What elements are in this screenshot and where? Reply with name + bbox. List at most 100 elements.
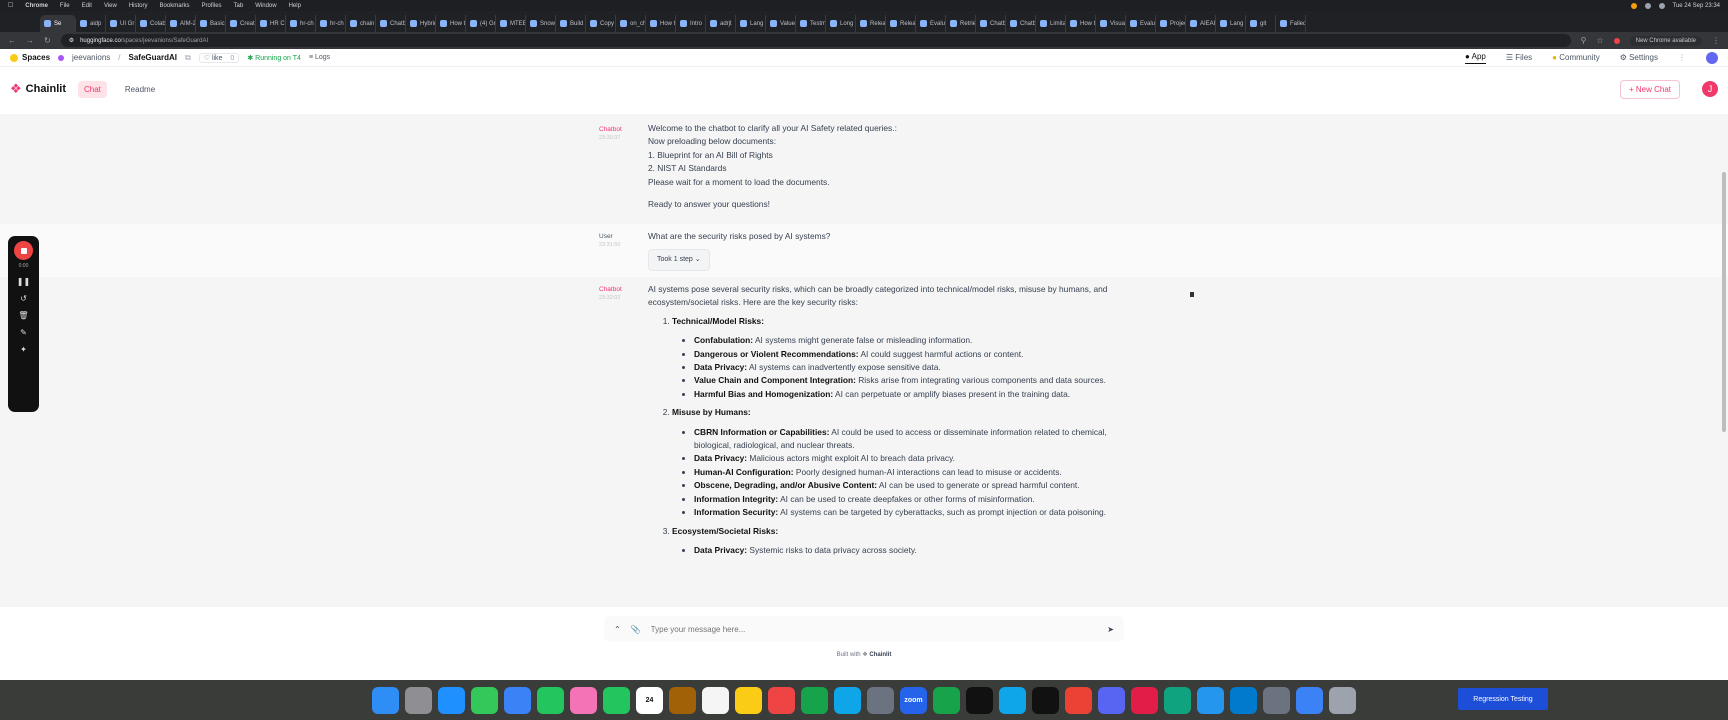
notes-icon[interactable] — [735, 686, 762, 714]
effects-icon[interactable]: ✦ — [20, 345, 27, 354]
browser-tab[interactable]: MTEB — [496, 15, 526, 32]
launchpad-icon[interactable] — [405, 686, 432, 714]
browser-tab[interactable]: git — [1246, 15, 1276, 32]
user-avatar[interactable]: J — [1702, 81, 1718, 97]
browser-tab[interactable]: Testm — [796, 15, 826, 32]
trash-icon[interactable] — [1329, 686, 1356, 714]
running-status-badge[interactable]: ✱ Running on T4 — [247, 54, 301, 62]
menu-history[interactable]: History — [129, 3, 148, 9]
terminal-icon[interactable] — [1032, 686, 1059, 714]
browser-tab[interactable]: Evalu — [916, 15, 946, 32]
browser-tab[interactable]: Failed — [1276, 15, 1306, 32]
contacts-icon[interactable] — [669, 686, 696, 714]
browser-tab[interactable]: Creat — [226, 15, 256, 32]
status-icon[interactable] — [1630, 2, 1637, 9]
menu-tab[interactable]: Tab — [234, 3, 244, 9]
browser-tab[interactable]: AIEAI — [1186, 15, 1216, 32]
browser-tab[interactable]: Relea — [856, 15, 886, 32]
browser-tab[interactable]: Build — [556, 15, 586, 32]
browser-tab[interactable]: adrjt — [706, 15, 736, 32]
browser-tab[interactable]: Basic — [196, 15, 226, 32]
trash-icon[interactable]: 🗑 — [18, 311, 28, 320]
news-icon[interactable] — [768, 686, 795, 714]
chatgpt-icon[interactable] — [1164, 686, 1191, 714]
like-button[interactable]: ♡ like 0 — [198, 52, 240, 63]
browser-tab[interactable]: Copy — [586, 15, 616, 32]
browser-tab[interactable]: chain — [346, 15, 376, 32]
menu-help[interactable]: Help — [289, 3, 301, 9]
discord-icon[interactable] — [1098, 686, 1125, 714]
browser-tab[interactable]: aidp — [76, 15, 106, 32]
slack-icon[interactable] — [1131, 686, 1158, 714]
menu-view[interactable]: View — [104, 3, 117, 9]
attach-icon[interactable]: 📎 — [631, 625, 641, 634]
chrome-update-button[interactable]: New Chrome available — [1629, 35, 1702, 46]
nav-files[interactable]: ☰ Files — [1506, 53, 1532, 62]
menu-edit[interactable]: Edit — [82, 3, 92, 9]
stop-recording-button[interactable] — [14, 241, 33, 260]
nav-app[interactable]: ● App — [1465, 52, 1486, 64]
photos-icon[interactable] — [570, 686, 597, 714]
reload-icon[interactable]: ↻ — [44, 36, 51, 45]
browser-tab[interactable]: Relea — [886, 15, 916, 32]
pen-icon[interactable]: ✎ — [20, 328, 27, 337]
preview-icon[interactable] — [1263, 686, 1290, 714]
browser-tab[interactable]: Hybrid — [406, 15, 436, 32]
tab-readme[interactable]: Readme — [119, 81, 161, 98]
more-options-icon[interactable]: ⋮ — [1678, 53, 1686, 62]
maps-icon[interactable] — [537, 686, 564, 714]
edge-icon[interactable] — [999, 686, 1026, 714]
nav-community[interactable]: ● Community — [1552, 53, 1600, 62]
message-input[interactable] — [650, 624, 1098, 634]
mail-icon[interactable] — [504, 686, 531, 714]
zoom-icon[interactable]: ⚲ — [1581, 36, 1587, 45]
browser-tab[interactable]: Limita — [1036, 15, 1066, 32]
browser-tab[interactable]: UI Gr — [106, 15, 136, 32]
chrome-menu-icon[interactable]: ⋮ — [1712, 36, 1720, 45]
browser-tab[interactable]: hr-ch — [316, 15, 346, 32]
space-name[interactable]: SafeGuardAI — [129, 53, 177, 62]
zoom-icon[interactable]: zoom — [900, 686, 927, 714]
chrome-icon[interactable] — [1065, 686, 1092, 714]
space-owner[interactable]: jeevanions — [72, 53, 110, 62]
menu-bookmarks[interactable]: Bookmarks — [160, 3, 190, 9]
nav-settings[interactable]: ⚙ Settings — [1620, 53, 1658, 62]
chat-scrollbar[interactable] — [1722, 172, 1726, 432]
battery-icon[interactable] — [1658, 2, 1665, 9]
hf-user-avatar[interactable] — [1706, 51, 1718, 64]
browser-tab[interactable]: How t — [1066, 15, 1096, 32]
browser-tab[interactable]: How t — [646, 15, 676, 32]
browser-tab[interactable]: Value — [766, 15, 796, 32]
browser-tab[interactable]: Lang — [736, 15, 766, 32]
new-chat-button[interactable]: + New Chat — [1619, 79, 1680, 99]
finder-icon[interactable] — [372, 686, 399, 714]
browser-tab[interactable]: Projec — [1156, 15, 1186, 32]
regression-testing-window[interactable]: Regression Testing — [1458, 688, 1548, 710]
copy-icon[interactable]: ⧉ — [185, 53, 191, 63]
browser-tab[interactable]: Chatb — [1006, 15, 1036, 32]
menu-window[interactable]: Window — [255, 3, 276, 9]
calendar-icon[interactable]: 24 — [636, 686, 663, 714]
browser-tab[interactable]: Evalua — [1126, 15, 1156, 32]
settings-icon[interactable] — [867, 686, 894, 714]
notion-icon[interactable] — [966, 686, 993, 714]
browser-tab[interactable]: HR Ch — [256, 15, 286, 32]
profile-avatar[interactable] — [1613, 37, 1620, 44]
wifi-icon[interactable] — [1644, 2, 1651, 9]
bookmark-star-icon[interactable]: ☆ — [1596, 36, 1603, 45]
browser-tab[interactable]: Intro — [676, 15, 706, 32]
back-icon[interactable]: ← — [8, 36, 16, 45]
browser-tab[interactable]: Se — [40, 15, 76, 32]
tab-chat[interactable]: Chat — [78, 80, 107, 98]
vscode-icon[interactable] — [1230, 686, 1257, 714]
folder-icon[interactable] — [1296, 686, 1323, 714]
address-bar[interactable]: ⚙ huggingface.co/spaces/jeevanions/SafeG… — [60, 34, 1571, 47]
pause-icon[interactable]: ❚❚ — [17, 277, 30, 286]
browser-tab[interactable]: Colab — [136, 15, 166, 32]
browser-tab[interactable]: Chatb — [376, 15, 406, 32]
browser-tab[interactable]: (4) Gr — [466, 15, 496, 32]
browser-tab[interactable]: hr-ch — [286, 15, 316, 32]
expand-icon[interactable]: ⌃ — [614, 625, 621, 634]
browser-tab[interactable]: AIM-2 — [166, 15, 196, 32]
menubar-clock[interactable]: Tue 24 Sep 23:34 — [1673, 3, 1720, 9]
